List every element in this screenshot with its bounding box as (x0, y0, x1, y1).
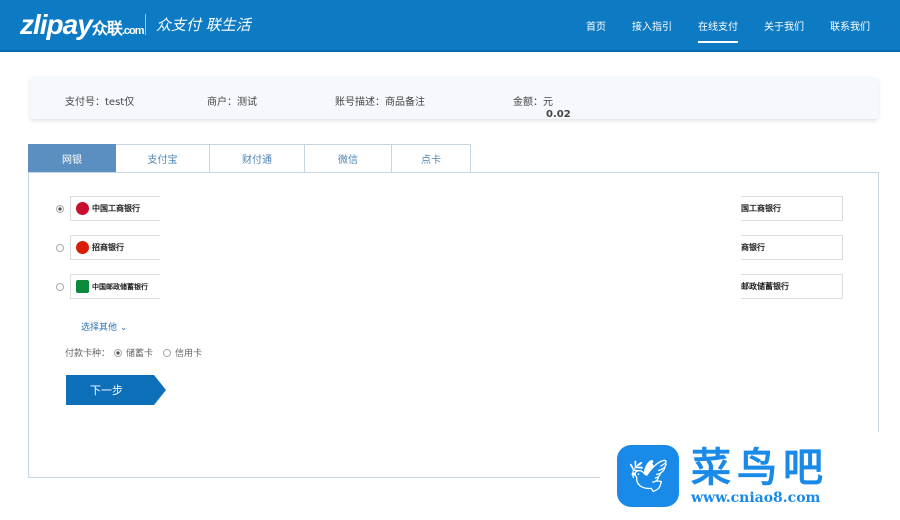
pay-number: 支付号：test仅 (65, 97, 135, 108)
logo[interactable]: zlipay众联.com (20, 9, 145, 41)
tab-tenpay[interactable]: 财付通 (210, 144, 305, 173)
watermark-title: 菜鸟吧 (691, 444, 829, 491)
amount-label: 金额： (513, 97, 543, 108)
bank-radio[interactable] (56, 204, 64, 213)
nav-online-pay[interactable]: 在线支付 (698, 18, 738, 43)
bank-name-right[interactable]: 邮政储蓄银行 (741, 274, 843, 299)
credit-radio[interactable] (163, 348, 172, 357)
amount-value: 0.02 (546, 109, 571, 120)
bank-name: 招商银行 (92, 243, 124, 252)
currency: 元 (543, 97, 553, 108)
tab-online-bank[interactable]: 网银 (28, 144, 116, 173)
nav-home[interactable]: 首页 (586, 18, 606, 43)
bank-radio[interactable] (56, 243, 64, 252)
choose-other-link[interactable]: 选择其他 ⌄ (81, 320, 127, 333)
credit-label: 信用卡 (175, 349, 203, 359)
next-step-button[interactable]: 下一步 (66, 375, 166, 405)
watermark-url: www.cniao8.com (691, 490, 821, 506)
header: zlipay众联.com 众支付 联生活 首页 接入指引 在线支付 关于我们 联… (0, 0, 900, 52)
psbc-logo-icon (76, 280, 89, 293)
chevron-down-icon: ⌄ (119, 323, 128, 333)
payment-tabs: 网银 支付宝 财付通 微信 点卡 (28, 144, 471, 173)
bank-option-cmb[interactable]: 招商银行 (56, 235, 160, 260)
description: 账号描述：商品备注 (335, 97, 425, 108)
order-info: 支付号：test仅 商户：测试 账号描述：商品备注 金额： 0.02 元 (30, 77, 878, 120)
card-type: 付款卡种： 储蓄卡 信用卡 (65, 346, 202, 359)
amount-row: 金额： 0.02 元 (513, 93, 571, 120)
bird-logo-icon: 🕊 (617, 445, 679, 507)
icbc-logo-icon (76, 202, 89, 215)
cmb-logo-icon (76, 241, 89, 254)
bank-name-right[interactable]: 国工商银行 (741, 196, 843, 221)
card-type-label: 付款卡种： (65, 349, 111, 359)
debit-radio[interactable] (114, 348, 123, 357)
bank-radio[interactable] (56, 282, 64, 291)
logo-text: zlipay (20, 9, 93, 40)
logo-cn: 众联 (91, 21, 123, 38)
tab-wechat[interactable]: 微信 (305, 144, 392, 173)
tab-card[interactable]: 点卡 (392, 144, 471, 173)
slogan: 众支付 联生活 (145, 14, 251, 35)
main-nav: 首页 接入指引 在线支付 关于我们 联系我们 (586, 18, 870, 43)
bank-name: 中国邮政储蓄银行 (92, 282, 148, 291)
merchant: 商户：测试 (207, 97, 257, 108)
logo-domain: .com (121, 25, 145, 37)
watermark: 🕊 菜鸟吧 www.cniao8.com (600, 432, 900, 520)
bank-option-psbc[interactable]: 中国邮政储蓄银行 (56, 274, 160, 299)
debit-label: 储蓄卡 (126, 349, 154, 359)
bank-option-icbc[interactable]: 中国工商银行 (56, 196, 160, 221)
choose-other-label: 选择其他 (81, 323, 118, 333)
nav-about[interactable]: 关于我们 (764, 18, 804, 43)
bank-name: 中国工商银行 (92, 204, 140, 213)
tab-alipay[interactable]: 支付宝 (116, 144, 210, 173)
nav-guide[interactable]: 接入指引 (632, 18, 672, 43)
nav-contact[interactable]: 联系我们 (830, 18, 870, 43)
bank-name-right[interactable]: 商银行 (741, 235, 843, 260)
